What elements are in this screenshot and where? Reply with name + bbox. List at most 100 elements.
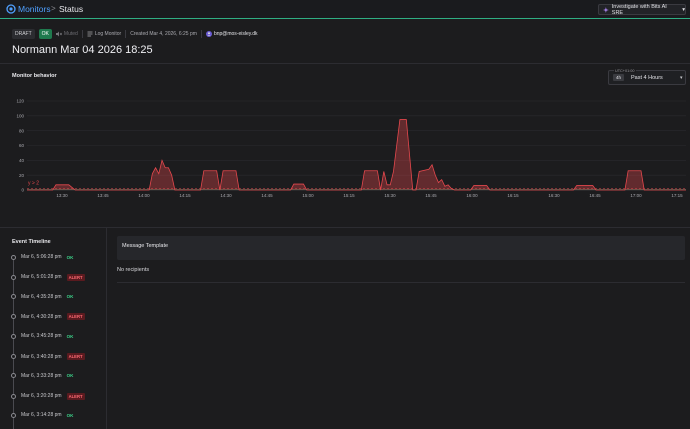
series-line (27, 119, 686, 191)
section-divider (0, 63, 690, 64)
threshold-label: y > 2 (28, 181, 39, 187)
monitor-logo-icon (6, 4, 16, 14)
timeline-event[interactable]: Mar 6, 3:33:28 pm OK (11, 373, 73, 379)
series-area (27, 119, 686, 190)
y-tick-label: 100 (16, 113, 24, 118)
timezone-label: UTC+01:00 (614, 69, 636, 73)
y-tick-label: 60 (19, 143, 25, 148)
y-tick-label: 0 (21, 188, 24, 193)
timeline-event[interactable]: Mar 6, 4:30:28 pm ALERT (11, 313, 85, 321)
x-tick-label: 16:30 (548, 193, 560, 198)
x-tick-label: 14:45 (261, 193, 273, 198)
event-status-badge: ALERT (66, 313, 85, 321)
recipients-text: No recipients (117, 267, 150, 273)
mute-toggle[interactable]: Muted (55, 31, 78, 37)
event-timeline-label: Event Timeline (12, 239, 51, 245)
event-time: Mar 6, 4:30:28 pm (21, 313, 62, 320)
x-tick-label: 17:15 (671, 193, 683, 198)
breadcrumb-monitors[interactable]: Monitors (18, 4, 51, 14)
event-status-badge: ALERT (66, 392, 85, 400)
chevron-down-icon: ▾ (682, 6, 685, 13)
x-tick-label: 16:45 (589, 193, 601, 198)
timeline-event[interactable]: Mar 6, 3:14:28 pm OK (11, 412, 73, 418)
top-bar: Monitors > Status Investigate with Bits … (0, 0, 690, 19)
created-date: Created Mar 4, 2026, 6:25 pm (130, 31, 197, 37)
timeline-event[interactable]: Mar 6, 3:20:28 pm ALERT (11, 392, 85, 400)
message-template-panel (117, 236, 685, 260)
meta-divider (125, 30, 127, 38)
timeline-dot-icon (11, 274, 16, 280)
monitor-behavior-label: Monitor behavior (12, 73, 57, 79)
timeline-dot-icon (11, 373, 16, 379)
meta-divider (81, 30, 83, 38)
message-divider (117, 282, 685, 283)
monitor-type-label: Log Monitor (94, 31, 122, 37)
breadcrumb-separator: > (51, 4, 56, 13)
event-time: Mar 6, 3:45:28 pm (21, 333, 62, 340)
timeline-event[interactable]: Mar 6, 3:45:28 pm OK (11, 333, 73, 339)
monitor-type: Log Monitor (87, 31, 121, 37)
muted-label: Muted (63, 31, 78, 37)
monitor-meta-row: DRAFT OK Muted Log Monitor Created Mar 4… (12, 29, 258, 39)
page-title: Normann Mar 04 2026 18:25 (12, 44, 153, 56)
x-tick-label: 15:15 (343, 193, 355, 198)
x-tick-label: 14:30 (220, 193, 232, 198)
event-time: Mar 6, 3:33:28 pm (21, 372, 62, 379)
x-tick-label: 17:00 (630, 193, 642, 198)
investigate-label: Investigate with Bits AI SRE (611, 3, 667, 16)
time-range-label: Past 4 Hours (631, 75, 663, 81)
event-time: Mar 6, 4:35:28 pm (21, 293, 62, 300)
timeline-event[interactable]: Mar 6, 3:40:28 pm ALERT (11, 353, 85, 360)
x-tick-label: 16:00 (466, 193, 478, 198)
event-status-badge: OK (66, 294, 74, 300)
timeline-dot-icon (11, 333, 16, 339)
event-time: Mar 6, 3:40:28 pm (21, 353, 62, 360)
event-time: Mar 6, 3:14:28 pm (21, 412, 62, 419)
event-time: Mar 6, 3:20:28 pm (21, 393, 62, 400)
timeline-dot-icon (11, 393, 16, 399)
event-status-badge: ALERT (66, 353, 85, 360)
timeline-dot-icon (11, 294, 16, 300)
event-time: Mar 6, 5:06:28 pm (21, 254, 62, 260)
y-tick-label: 20 (19, 173, 25, 178)
status-badge: OK (38, 29, 52, 39)
investigate-button[interactable]: Investigate with Bits AI SRE ▾ (598, 3, 686, 16)
x-tick-label: 13:30 (56, 193, 68, 198)
event-time: Mar 6, 5:01:28 pm (21, 274, 62, 281)
message-template-title: Message Template (122, 243, 169, 249)
sparkle-icon (603, 6, 609, 13)
timeline-dot-icon (11, 354, 16, 359)
y-tick-label: 80 (19, 128, 25, 133)
user-avatar-icon (205, 31, 212, 37)
timeline-event[interactable]: Mar 6, 4:35:28 pm OK (11, 294, 73, 300)
x-tick-label: 15:30 (384, 193, 396, 198)
event-status-badge: OK (66, 254, 74, 260)
owner[interactable]: bnp@mos-eisley.dk (205, 31, 258, 37)
timeline-dot-icon (11, 412, 16, 418)
sidebar-divider (106, 227, 107, 429)
y-tick-label: 40 (19, 158, 25, 163)
draft-badge: DRAFT (12, 29, 35, 39)
event-status-badge: OK (66, 412, 74, 418)
breadcrumb-status: Status (59, 4, 84, 14)
chevron-down-icon: ▾ (680, 75, 683, 81)
timeline-event[interactable]: Mar 6, 5:06:28 pm OK (11, 254, 73, 260)
x-tick-label: 14:00 (138, 193, 150, 198)
timeline-event[interactable]: Mar 6, 5:01:28 pm ALERT (11, 273, 85, 281)
time-range-short: 4h (613, 74, 625, 81)
muted-speaker-icon (55, 31, 62, 37)
x-tick-label: 15:00 (302, 193, 314, 198)
event-status-badge: OK (66, 373, 74, 379)
x-tick-label: 15:45 (425, 193, 437, 198)
section-divider (0, 227, 690, 228)
x-tick-label: 13:45 (97, 193, 109, 198)
timeline-line (13, 256, 14, 429)
monitor-behavior-chart: 0 20 40 60 80 100 120 13:30 13:45 14:00 14:15 14:3… (16, 99, 686, 198)
event-status-badge: OK (66, 333, 74, 339)
log-icon (87, 31, 93, 37)
timeline-dot-icon (11, 314, 16, 320)
x-tick-label: 16:15 (507, 193, 519, 198)
meta-divider (200, 30, 202, 38)
event-status-badge: ALERT (66, 273, 85, 281)
x-tick-label: 14:15 (179, 193, 191, 198)
